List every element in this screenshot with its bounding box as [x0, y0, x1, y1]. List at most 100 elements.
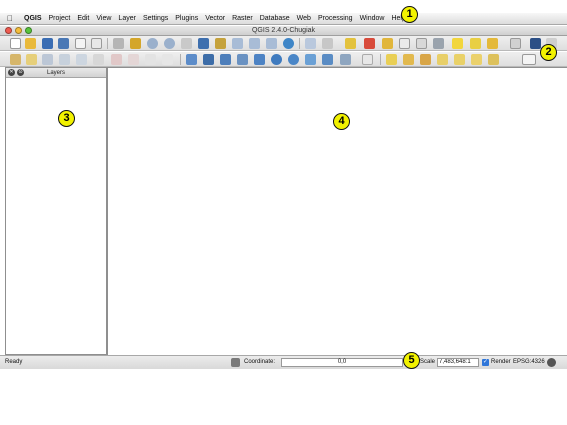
menu-plugins[interactable]: Plugins	[175, 13, 198, 25]
change-label-icon[interactable]	[471, 54, 482, 65]
scale-combobox[interactable]: 7,483,648:1	[437, 358, 479, 367]
coordinate-field[interactable]: 0,0	[281, 358, 403, 367]
menu-settings[interactable]: Settings	[143, 13, 168, 25]
menu-processing[interactable]: Processing	[318, 13, 353, 25]
refresh-icon[interactable]	[283, 38, 294, 49]
window-title: QGIS 2.4.0-Chugiak	[251, 27, 316, 34]
pan-to-selection-icon[interactable]	[130, 38, 141, 49]
zoom-full-icon[interactable]	[198, 38, 209, 49]
composer-manager-icon[interactable]	[91, 38, 102, 49]
save-project-icon[interactable]	[42, 38, 53, 49]
current-edits-icon[interactable]	[10, 54, 21, 65]
identify-features-icon[interactable]	[305, 38, 316, 49]
callout-5: 5	[403, 352, 420, 369]
field-calculator-icon[interactable]	[416, 38, 427, 49]
deselect-all-icon[interactable]	[364, 38, 375, 49]
move-label-icon[interactable]	[437, 54, 448, 65]
move-feature-icon[interactable]	[76, 54, 87, 65]
add-wfs-layer-icon[interactable]	[305, 54, 316, 65]
menu-vector[interactable]: Vector	[205, 13, 225, 25]
paste-features-icon[interactable]	[162, 54, 173, 65]
label-properties-icon[interactable]	[488, 54, 499, 65]
status-message: Ready	[5, 359, 23, 365]
open-attribute-table-icon[interactable]	[399, 38, 410, 49]
menu-raster[interactable]: Raster	[232, 13, 253, 25]
render-label: Render	[491, 359, 511, 365]
show-bookmarks-icon[interactable]	[487, 38, 498, 49]
node-tool-icon[interactable]	[93, 54, 104, 65]
menu-window[interactable]: Window	[360, 13, 385, 25]
layers-panel-title: Layers	[46, 70, 65, 76]
menu-bar:  QGIS Project Edit View Layer Settings …	[0, 13, 567, 25]
open-project-icon[interactable]	[25, 38, 36, 49]
status-bar: Ready Coordinate: 0,0 Scale 7,483,648:1 …	[0, 355, 567, 369]
measure-line-icon[interactable]	[433, 38, 444, 49]
apple-icon[interactable]: 	[7, 13, 18, 25]
add-feature-icon[interactable]	[59, 54, 70, 65]
toggle-extents-icon[interactable]	[231, 358, 240, 367]
zoom-next-icon[interactable]	[266, 38, 277, 49]
new-shapefile-icon[interactable]	[340, 54, 351, 65]
menu-qgis[interactable]: QGIS	[24, 13, 42, 25]
digitizing-toolbar	[0, 52, 567, 67]
qgis-window:  QGIS Project Edit View Layer Settings …	[0, 0, 567, 370]
zoom-to-selection-icon[interactable]	[215, 38, 226, 49]
layers-panel: ✕ ⊙ Layers	[5, 67, 107, 355]
menu-project[interactable]: Project	[49, 13, 71, 25]
save-layer-edits-icon[interactable]	[42, 54, 53, 65]
add-raster-layer-icon[interactable]	[203, 54, 214, 65]
menu-view[interactable]: View	[96, 13, 111, 25]
new-print-composer-icon[interactable]	[75, 38, 86, 49]
text-annotation-icon[interactable]	[510, 38, 521, 49]
menu-database[interactable]: Database	[260, 13, 290, 25]
add-vector-layer-icon[interactable]	[186, 54, 197, 65]
toolbar-separator	[299, 38, 300, 49]
layers-panel-header: ✕ ⊙ Layers	[6, 68, 106, 78]
callout-2: 2	[540, 44, 557, 61]
callout-3: 3	[58, 110, 75, 127]
select-by-expression-icon[interactable]	[382, 38, 393, 49]
scale-label: Scale	[420, 359, 436, 365]
zoom-out-icon[interactable]	[164, 38, 175, 49]
zoom-last-icon[interactable]	[249, 38, 260, 49]
zoom-native-icon[interactable]	[181, 38, 192, 49]
add-mssql-layer-icon[interactable]	[254, 54, 265, 65]
map-tips-icon[interactable]	[452, 38, 463, 49]
new-project-icon[interactable]	[10, 38, 21, 49]
menu-layer[interactable]: Layer	[118, 13, 136, 25]
remove-layer-icon[interactable]	[362, 54, 373, 65]
add-delimited-text-icon[interactable]	[322, 54, 333, 65]
zoom-to-layer-icon[interactable]	[232, 38, 243, 49]
crs-status-button[interactable]: EPSG:4326	[513, 356, 545, 369]
label-tool-icon[interactable]	[386, 54, 397, 65]
add-spatialite-layer-icon[interactable]	[237, 54, 248, 65]
add-postgis-layer-icon[interactable]	[220, 54, 231, 65]
render-checkbox[interactable]: ✓	[482, 359, 489, 366]
copy-features-icon[interactable]	[145, 54, 156, 65]
pan-hand-icon[interactable]	[113, 38, 124, 49]
csw-search-icon[interactable]	[522, 54, 536, 65]
toolbar-separator	[180, 54, 181, 65]
help-book-icon[interactable]	[530, 38, 541, 49]
add-wcs-layer-icon[interactable]	[288, 54, 299, 65]
title-bar: QGIS 2.4.0-Chugiak	[0, 26, 567, 36]
show-hide-labels-icon[interactable]	[420, 54, 431, 65]
callout-1: 1	[401, 6, 418, 23]
save-as-icon[interactable]	[58, 38, 69, 49]
toolbar-separator	[107, 38, 108, 49]
messages-icon[interactable]	[547, 358, 556, 367]
run-feature-action-icon[interactable]	[322, 38, 333, 49]
select-features-icon[interactable]	[345, 38, 356, 49]
menu-edit[interactable]: Edit	[77, 13, 89, 25]
cut-features-icon[interactable]	[128, 54, 139, 65]
toggle-editing-icon[interactable]	[26, 54, 37, 65]
delete-selected-icon[interactable]	[111, 54, 122, 65]
add-wms-layer-icon[interactable]	[271, 54, 282, 65]
map-canvas[interactable]	[107, 67, 567, 355]
new-bookmark-icon[interactable]	[470, 38, 481, 49]
pin-labels-icon[interactable]	[403, 54, 414, 65]
coordinate-label: Coordinate:	[244, 359, 276, 365]
zoom-in-icon[interactable]	[147, 38, 158, 49]
rotate-label-icon[interactable]	[454, 54, 465, 65]
menu-web[interactable]: Web	[297, 13, 311, 25]
